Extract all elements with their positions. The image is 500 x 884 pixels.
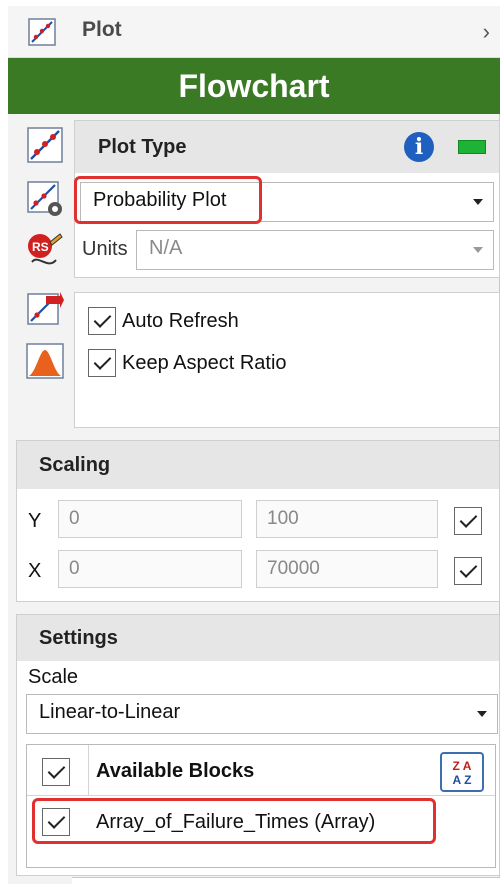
y-max-input[interactable]: 100	[256, 500, 438, 538]
y-min-input[interactable]: 0	[58, 500, 242, 538]
chevron-down-icon	[477, 711, 487, 717]
units-value: N/A	[149, 237, 183, 259]
chevron-down-icon	[473, 247, 483, 253]
keep-aspect-ratio-label: Keep Aspect Ratio	[122, 352, 287, 374]
rs-draw-icon[interactable]: RS	[26, 232, 64, 270]
scale-dropdown[interactable]: Linear-to-Linear	[26, 694, 498, 734]
plot-type-title: Plot Type	[98, 136, 187, 158]
flowchart-banner: Flowchart	[8, 58, 500, 114]
x-min-input[interactable]: 0	[58, 550, 242, 588]
sort-glyph-top: Z A	[452, 759, 472, 773]
plot-icon	[28, 18, 56, 46]
units-label: Units	[82, 238, 128, 260]
svg-text:RS: RS	[32, 240, 49, 254]
sort-glyph-bottom: A Z	[452, 773, 472, 787]
available-blocks-header: Available Blocks	[96, 760, 255, 782]
panel-title: Plot	[82, 18, 122, 41]
highlight-plot-type	[74, 176, 262, 224]
x-auto-checkbox[interactable]	[454, 557, 482, 585]
scale-value: Linear-to-Linear	[39, 701, 181, 723]
plot-icon[interactable]	[26, 126, 64, 164]
plot-settings-icon[interactable]	[26, 180, 64, 218]
scaling-title: Scaling	[39, 454, 111, 476]
keep-aspect-ratio-checkbox[interactable]	[88, 349, 116, 377]
y-auto-checkbox[interactable]	[454, 507, 482, 535]
settings-title: Settings	[39, 627, 118, 649]
highlight-block-item	[32, 798, 436, 844]
scaling-header: Scaling	[17, 441, 499, 489]
sort-az-icon[interactable]: Z A A Z	[440, 752, 484, 792]
auto-refresh-checkbox[interactable]	[88, 307, 116, 335]
select-all-blocks-checkbox[interactable]	[42, 758, 70, 786]
auto-refresh-label: Auto Refresh	[122, 310, 239, 332]
settings-header: Settings	[17, 615, 499, 661]
x-axis-label: X	[28, 560, 42, 582]
info-icon[interactable]: i	[404, 132, 434, 162]
chevron-right-icon[interactable]: ›	[483, 19, 490, 45]
y-axis-label: Y	[28, 510, 42, 532]
x-max-input[interactable]: 70000	[256, 550, 438, 588]
blocks-header-divider	[27, 795, 495, 796]
status-indicator	[458, 140, 486, 154]
plot-type-header: Plot Type	[75, 121, 499, 173]
units-dropdown[interactable]: N/A	[136, 230, 494, 270]
mountain-plot-icon[interactable]	[26, 342, 64, 380]
panel-header[interactable]: Plot ›	[8, 6, 500, 58]
chevron-down-icon	[473, 199, 483, 205]
scale-label: Scale	[28, 666, 79, 688]
plot-export-icon[interactable]	[26, 290, 64, 328]
blocks-divider	[88, 745, 89, 795]
